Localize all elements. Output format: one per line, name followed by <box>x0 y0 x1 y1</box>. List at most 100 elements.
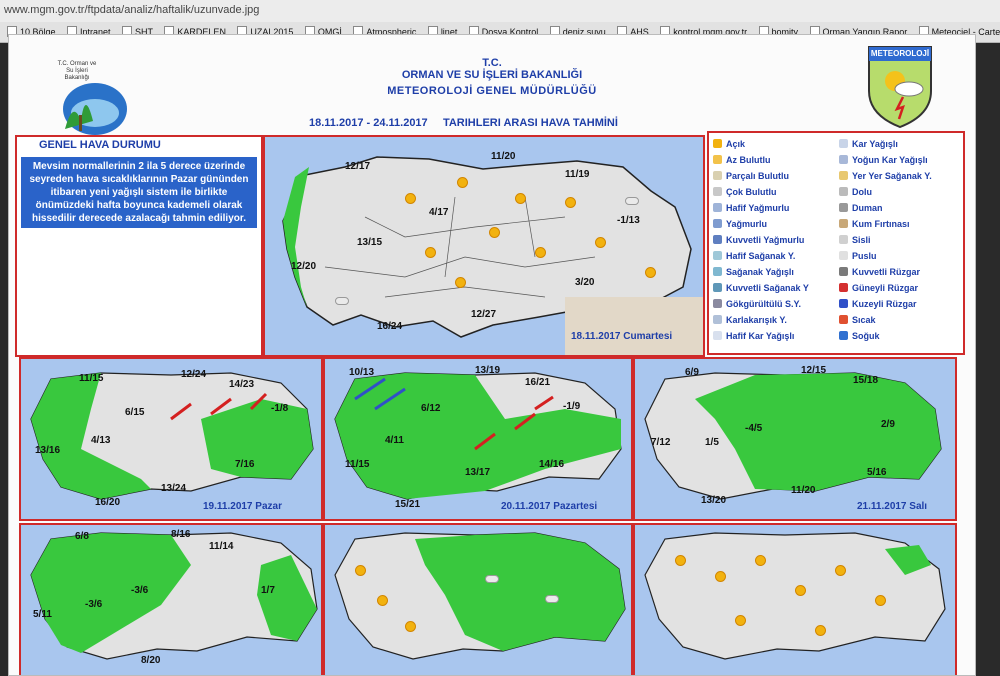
sun-icon <box>815 625 826 636</box>
sun-icon <box>565 197 576 208</box>
main-forecast-map: 12/17 11/20 11/19 4/17 -1/13 13/15 12/20… <box>263 135 705 357</box>
legend-item: Yer Yer Sağanak Y. <box>839 171 932 181</box>
temp-label: 11/20 <box>791 485 816 496</box>
legend-item: Sağanak Yağışlı <box>713 267 794 277</box>
temp-label: 10/13 <box>349 367 375 378</box>
north-wind-arrow-icon <box>839 299 848 308</box>
sun-icon <box>457 177 468 188</box>
cloudy-icon <box>713 187 722 196</box>
temp-label: 13/20 <box>701 495 727 506</box>
turkey-map-shape <box>334 372 622 500</box>
sun-icon <box>425 247 436 258</box>
directorate-title: METEOROLOJİ GENEL MÜDÜRLÜĞÜ <box>387 85 597 97</box>
temp-label: 4/13 <box>91 435 111 446</box>
legend-item: Duman <box>839 203 883 213</box>
temp-label: 15/18 <box>853 375 879 386</box>
sun-icon <box>735 615 746 626</box>
legend-item: Gökgürültülü S.Y. <box>713 299 801 309</box>
day-map-4: 6/8 8/16 11/14 -3/6 -3/6 1/7 5/11 8/20 <box>19 523 323 675</box>
fog-icon <box>839 235 848 244</box>
forecast-image: T.C. Orman ve Su İşleri Bakanlığı T.C. O… <box>8 34 976 676</box>
sun-icon <box>715 571 726 582</box>
temp-label: 8/20 <box>141 655 161 666</box>
legend-item: Kar Yağışlı <box>839 139 898 149</box>
hot-thermometer-icon <box>839 315 848 324</box>
cloud-icon <box>335 297 349 305</box>
address-bar[interactable]: www.mgm.gov.tr/ftpdata/analiz/haftalik/u… <box>0 0 1000 23</box>
scattered-shower-icon <box>839 171 848 180</box>
temp-label: 16/20 <box>95 497 121 508</box>
temp-label: 11/15 <box>79 373 104 384</box>
legend-item: Açık <box>713 139 745 149</box>
legend-item: Hafif Yağmurlu <box>713 203 789 213</box>
sun-icon <box>355 565 366 576</box>
day-map-date: 20.11.2017 Pazartesi <box>501 501 598 512</box>
temp-label: 4/17 <box>429 207 449 218</box>
temp-label: 13/15 <box>357 237 383 248</box>
temp-label: 14/16 <box>539 459 565 470</box>
general-weather-panel: GENEL HAVA DURUMU Mevsim normallerinin 2… <box>15 135 263 357</box>
day-map-6 <box>633 523 957 675</box>
temp-label: 4/11 <box>385 435 404 446</box>
sun-icon <box>405 193 416 204</box>
turkey-map-shape <box>30 372 314 500</box>
haze-icon <box>839 251 848 260</box>
temp-label: 5/11 <box>33 609 52 620</box>
turkey-map-shape <box>282 156 703 355</box>
legend-item: Sisli <box>839 235 871 245</box>
temp-label: 13/16 <box>35 445 61 456</box>
cold-thermometer-icon <box>839 331 848 340</box>
smoke-icon <box>839 203 848 212</box>
sun-icon <box>595 237 606 248</box>
legend-item: Parçalı Bulutlu <box>713 171 789 181</box>
temp-label: -1/13 <box>617 215 640 226</box>
day-map-5 <box>323 523 633 675</box>
legend-item: Güneyli Rüzgar <box>839 283 918 293</box>
cloud-icon <box>545 595 559 603</box>
temp-label: 12/17 <box>345 161 371 172</box>
weather-legend: Açık Az Bulutlu Parçalı Bulutlu Çok Bulu… <box>707 131 965 355</box>
legend-item: Yoğun Kar Yağışlı <box>839 155 928 165</box>
temp-label: 6/15 <box>125 407 145 418</box>
heavy-snow-icon <box>839 155 848 164</box>
temp-label: 12/20 <box>291 261 317 272</box>
temp-label: 5/16 <box>867 467 887 478</box>
header-tc: T.C. <box>482 57 502 69</box>
temp-label: 11/20 <box>491 151 516 162</box>
day-map-1: 11/15 12/24 14/23 -1/8 6/15 4/13 7/16 13… <box>19 357 323 521</box>
temp-label: 3/20 <box>575 277 595 288</box>
url-text: www.mgm.gov.tr/ftpdata/analiz/haftalik/u… <box>4 4 260 16</box>
sun-icon <box>875 595 886 606</box>
temp-label: -3/6 <box>85 599 103 610</box>
temp-label: 13/19 <box>475 365 501 376</box>
legend-item: Çok Bulutlu <box>713 187 777 197</box>
heavy-shower-icon <box>713 283 722 292</box>
turkey-map-shape <box>644 532 946 660</box>
legend-item: Kuvvetli Sağanak Y <box>713 283 809 293</box>
general-weather-text: Mevsim normallerinin 2 ila 5 derece üzer… <box>21 157 257 228</box>
legend-item: Kuvvetli Rüzgar <box>839 267 920 277</box>
legend-item: Hafif Sağanak Y. <box>713 251 795 261</box>
sun-icon <box>835 565 846 576</box>
light-shower-icon <box>713 251 722 260</box>
sun-icon <box>455 277 466 288</box>
temp-label: 14/23 <box>229 379 255 390</box>
legend-item: Az Bulutlu <box>713 155 771 165</box>
day-map-date: 21.11.2017 Salı <box>857 501 928 512</box>
temp-label: -1/9 <box>563 401 581 412</box>
day-map-date: 19.11.2017 Pazar <box>203 501 282 512</box>
sun-icon <box>755 555 766 566</box>
main-map-date: 18.11.2017 Cumartesi <box>571 331 673 342</box>
rain-icon <box>713 219 722 228</box>
general-weather-title: GENEL HAVA DURUMU <box>39 139 161 151</box>
sun-icon <box>377 595 388 606</box>
temp-label: -4/5 <box>745 423 763 434</box>
cloud-icon <box>625 197 639 205</box>
temp-label: 13/24 <box>161 483 187 494</box>
temp-label: 16/24 <box>377 321 403 332</box>
ministry-title: ORMAN VE SU İŞLERİ BAKANLIĞI <box>401 69 583 81</box>
south-wind-arrow-icon <box>839 283 848 292</box>
cloud-icon <box>485 575 499 583</box>
sandstorm-icon <box>839 219 848 228</box>
legend-item: Soğuk <box>839 331 880 341</box>
